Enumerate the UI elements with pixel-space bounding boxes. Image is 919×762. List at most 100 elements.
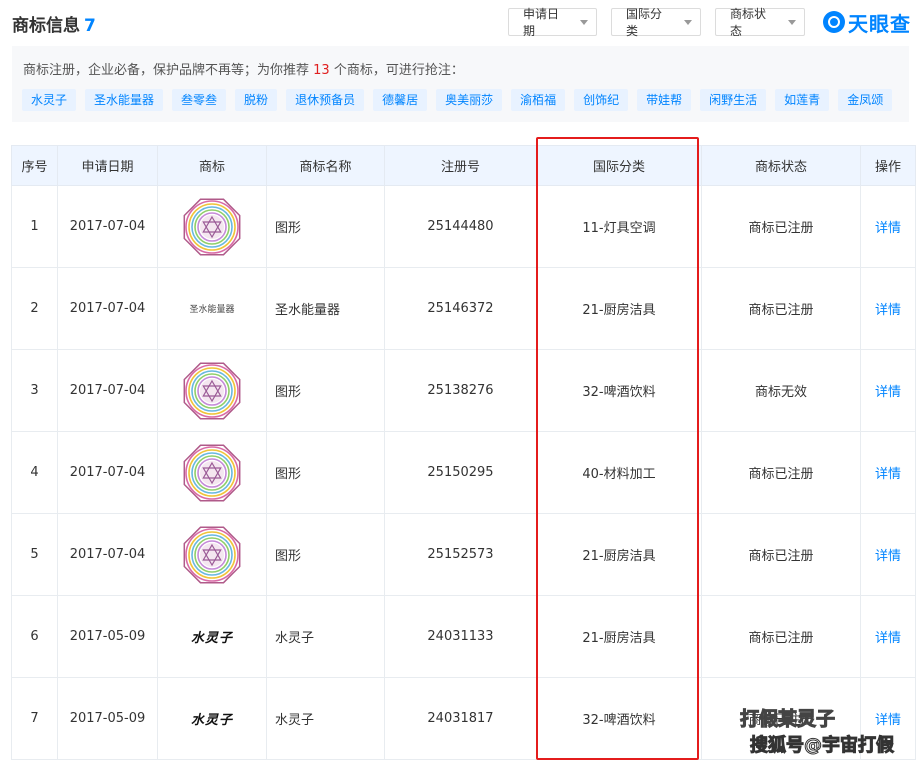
trademark-image (158, 432, 266, 513)
recommend-tag[interactable]: 脱粉 (235, 89, 278, 111)
cell-intl-category: 11-灯具空调 (536, 185, 702, 268)
cell-status: 商标无效 (701, 349, 861, 432)
detail-link[interactable]: 详情 (875, 549, 901, 564)
cell-apply-date: 2017-07-04 (57, 513, 158, 596)
recommend-tag[interactable]: 金凤颂 (838, 89, 893, 111)
filter-intl-class[interactable]: 国际分类 (611, 7, 701, 38)
recommend-tag[interactable]: 创饰纪 (574, 89, 629, 111)
cell-action: 详情 (860, 185, 916, 268)
mandala-logo-icon (183, 444, 241, 501)
recommend-tag[interactable]: 闲野生活 (700, 89, 767, 111)
cell-status: 商标已注册 (701, 513, 861, 596)
cell-logo (157, 349, 267, 432)
recommend-tag[interactable]: 叁零叁 (172, 89, 227, 111)
cell-logo: 水灵子 (157, 595, 267, 678)
detail-link[interactable]: 详情 (875, 221, 901, 236)
recommend-tag[interactable]: 带娃帮 (637, 89, 692, 111)
trademark-image: 水灵子 (158, 678, 266, 759)
section-title-text: 商标信息 (12, 16, 80, 36)
trademark-image (158, 514, 266, 595)
col-header-reg-no: 注册号 (384, 145, 537, 186)
cell-status: 商标已注册 (701, 595, 861, 678)
recommend-tags: 水灵子 圣水能量器 叁零叁 脱粉 退休预备员 德馨居 奥美丽莎 渝栢福 创饰纪 带娃帮 闲野生活 如莲… (22, 89, 893, 111)
trademark-table-wrap: 序号 申请日期 商标 商标名称 注册号 国际分类 商标状态 操作 1 2017-0… (11, 145, 919, 760)
filter-label: 国际分类 (626, 7, 663, 38)
table-header-row: 序号 申请日期 商标 商标名称 注册号 国际分类 商标状态 操作 (11, 145, 916, 186)
table-row: 6 2017-05-09 水灵子 水灵子 24031133 21-厨房洁具 商标已注册 详情 (11, 595, 916, 678)
table-row: 5 2017-07-04 图形 25152573 21-厨房洁具 商标已注册 详情 (11, 513, 916, 596)
cell-trademark-name: 图形 (266, 349, 385, 432)
cell-reg-no: 24031817 (384, 677, 537, 760)
filter-label: 申请日期 (523, 7, 560, 38)
cell-intl-category: 32-啤酒饮料 (536, 677, 702, 760)
recommend-tag[interactable]: 水灵子 (22, 89, 77, 111)
trademark-image-text: 水灵子 (190, 631, 233, 646)
cell-logo (157, 431, 267, 514)
cell-trademark-name: 图形 (266, 513, 385, 596)
table-row: 4 2017-07-04 图形 25150295 40-材料加工 商标已注册 详情 (11, 431, 916, 514)
table-row: 1 2017-07-04 图形 25144480 11-灯具空调 商标已注册 详情 (11, 185, 916, 268)
chevron-down-icon (580, 19, 588, 25)
cell-reg-no: 25150295 (384, 431, 537, 514)
detail-link[interactable]: 详情 (875, 631, 901, 646)
cell-trademark-name: 图形 (266, 185, 385, 268)
filter-apply-date[interactable]: 申请日期 (508, 7, 597, 38)
filter-label: 商标状态 (730, 7, 767, 38)
chevron-down-icon (788, 19, 796, 25)
cell-status: 商标已注册 (701, 267, 861, 350)
cell-intl-category: 21-厨房洁具 (536, 513, 702, 596)
cell-index: 4 (11, 431, 58, 514)
trademark-table: 序号 申请日期 商标 商标名称 注册号 国际分类 商标状态 操作 1 2017-0… (11, 145, 916, 760)
trademark-image (158, 186, 266, 267)
col-header-category: 国际分类 (536, 145, 702, 186)
watermark-line1: 打假某灵子 (739, 708, 836, 731)
trademark-image-text: 水灵子 (190, 713, 233, 728)
cell-action: 详情 (860, 349, 916, 432)
cell-status: 商标已注册 (701, 185, 861, 268)
recommend-number: 13 (313, 63, 330, 78)
cell-action: 详情 (860, 595, 916, 678)
mandala-logo-icon (183, 362, 241, 419)
cell-intl-category: 40-材料加工 (536, 431, 702, 514)
recommend-tag[interactable]: 圣水能量器 (85, 89, 164, 111)
cell-index: 5 (11, 513, 58, 596)
logo-text: 天眼查 (848, 11, 911, 36)
detail-link[interactable]: 详情 (875, 467, 901, 482)
detail-link[interactable]: 详情 (875, 303, 901, 318)
cell-index: 7 (11, 677, 58, 760)
detail-link[interactable]: 详情 (875, 713, 901, 728)
col-header-index: 序号 (11, 145, 58, 186)
section-header: 商标信息 7 申请日期 国际分类 商标状态 天眼查 (0, 0, 919, 44)
cell-reg-no: 24031133 (384, 595, 537, 678)
cell-intl-category: 21-厨房洁具 (536, 267, 702, 350)
cell-intl-category: 32-啤酒饮料 (536, 349, 702, 432)
cell-index: 2 (11, 267, 58, 350)
recommend-suffix: 个商标，可进行抢注： (329, 63, 464, 78)
filter-trademark-status[interactable]: 商标状态 (715, 7, 805, 38)
cell-intl-category: 21-厨房洁具 (536, 595, 702, 678)
table-row: 3 2017-07-04 图形 25138276 32-啤酒饮料 商标无效 详情 (11, 349, 916, 432)
recommend-tag[interactable]: 德馨居 (373, 89, 428, 111)
trademark-image-text: 圣水能量器 (189, 305, 235, 315)
trademark-count: 7 (84, 16, 96, 36)
trademark-image (158, 350, 266, 431)
tianyancha-logo[interactable]: 天眼查 (823, 9, 911, 36)
col-header-status: 商标状态 (701, 145, 861, 186)
watermark-line2: 搜狐号@宇宙打假 (750, 735, 895, 757)
col-header-action: 操作 (860, 145, 916, 186)
cell-logo (157, 513, 267, 596)
recommend-tag[interactable]: 渝栢福 (511, 89, 566, 111)
mandala-logo-icon (183, 526, 241, 583)
table-row: 2 2017-07-04 圣水能量器 圣水能量器 25146372 21-厨房洁具 商标已注… (11, 267, 916, 350)
col-header-date: 申请日期 (57, 145, 158, 186)
recommend-description: 商标注册，企业必备，保护品牌不再等；为你推荐 13 个商标，可进行抢注： (23, 59, 464, 78)
recommend-box: 商标注册，企业必备，保护品牌不再等；为你推荐 13 个商标，可进行抢注： 水灵子… (12, 46, 909, 122)
recommend-tag[interactable]: 如莲青 (775, 89, 830, 111)
cell-trademark-name: 圣水能量器 (266, 267, 385, 350)
detail-link[interactable]: 详情 (875, 385, 901, 400)
cell-apply-date: 2017-07-04 (57, 185, 158, 268)
cell-reg-no: 25138276 (384, 349, 537, 432)
recommend-tag[interactable]: 退休预备员 (286, 89, 365, 111)
col-header-name: 商标名称 (266, 145, 385, 186)
recommend-tag[interactable]: 奥美丽莎 (436, 89, 503, 111)
